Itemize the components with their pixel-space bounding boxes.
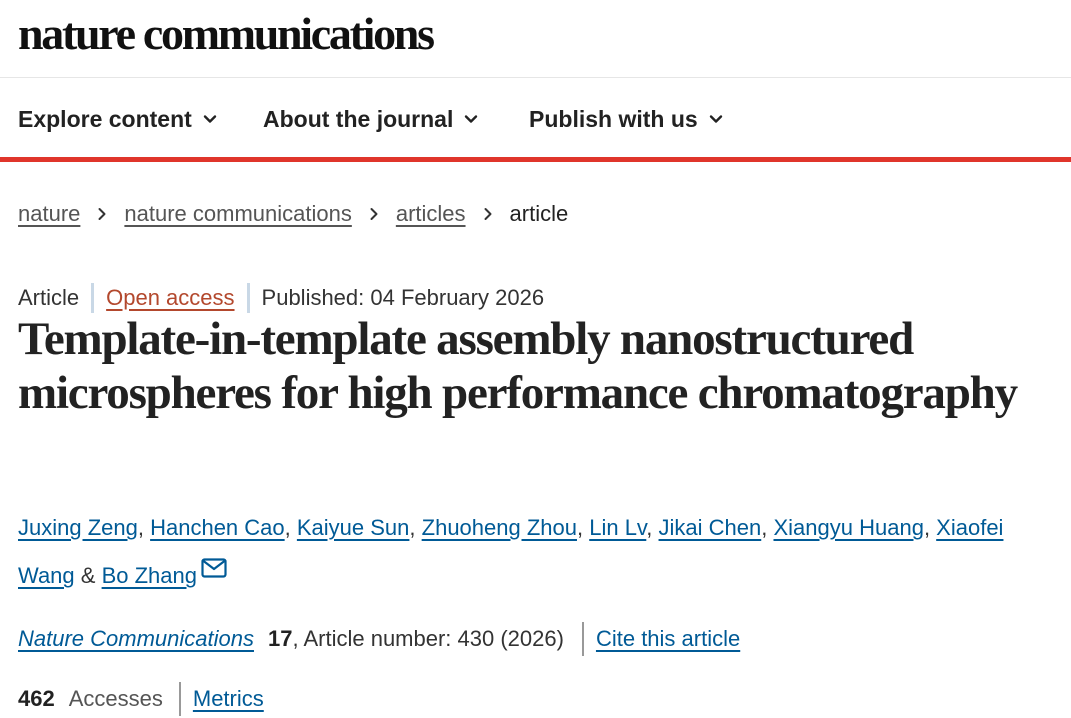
article-number: , Article number: 430 (2026) bbox=[292, 626, 564, 651]
metrics-link[interactable]: Metrics bbox=[193, 686, 264, 712]
breadcrumb-nature[interactable]: nature bbox=[18, 201, 80, 227]
breadcrumb-articles[interactable]: articles bbox=[396, 201, 466, 227]
chevron-right-icon bbox=[98, 208, 106, 220]
nav-label: Publish with us bbox=[529, 105, 698, 132]
chevron-down-icon bbox=[465, 115, 478, 123]
article-meta: Article Open access Published: 04 Februa… bbox=[18, 282, 544, 314]
email-icon[interactable] bbox=[201, 558, 227, 578]
breadcrumb-nature-communications[interactable]: nature communications bbox=[124, 201, 351, 227]
metrics-divider bbox=[178, 682, 181, 716]
journal-link[interactable]: Nature Communications bbox=[18, 626, 254, 652]
author-link[interactable]: Lin Lv bbox=[589, 515, 646, 540]
nav-about-journal[interactable]: About the journal bbox=[263, 104, 478, 134]
accesses-label: Accesses bbox=[68, 686, 163, 711]
article-type: Article bbox=[18, 285, 80, 310]
chevron-down-icon bbox=[203, 115, 217, 123]
citation-divider bbox=[581, 622, 584, 656]
chevron-right-icon bbox=[370, 208, 378, 220]
breadcrumb-current: article bbox=[509, 201, 569, 226]
masthead: nature communications bbox=[0, 0, 1071, 78]
nav-explore-content[interactable]: Explore content bbox=[18, 104, 217, 134]
article-title: Template-in-template assembly nanostruct… bbox=[18, 313, 1018, 419]
chevron-down-icon bbox=[709, 115, 722, 123]
author-link[interactable]: Kaiyue Sun bbox=[297, 515, 410, 540]
meta-divider bbox=[91, 283, 95, 313]
author-list: Juxing Zeng, Hanchen Cao, Kaiyue Sun, Zh… bbox=[18, 515, 1004, 588]
author-link[interactable]: Juxing Zeng bbox=[18, 515, 138, 540]
nav-label: Explore content bbox=[18, 105, 192, 132]
nav-publish-with-us[interactable]: Publish with us bbox=[529, 104, 723, 134]
published-date: Published: 04 February 2026 bbox=[261, 285, 545, 310]
open-access-link[interactable]: Open access bbox=[106, 285, 234, 311]
site-logo[interactable]: nature communications bbox=[18, 8, 435, 60]
author-link-corresponding[interactable]: Bo Zhang bbox=[102, 563, 197, 588]
author-link[interactable]: Xiangyu Huang bbox=[773, 515, 923, 540]
breadcrumb: nature nature communications articles ar… bbox=[18, 198, 568, 230]
citation-line: Nature Communications 17 , Article numbe… bbox=[18, 622, 740, 656]
author-link[interactable]: Jikai Chen bbox=[659, 515, 762, 540]
cite-this-article-link[interactable]: Cite this article bbox=[596, 626, 740, 652]
metrics-line: 462 Accesses Metrics bbox=[18, 682, 264, 716]
main-nav: Explore content About the journal Publis… bbox=[0, 78, 1071, 162]
chevron-right-icon bbox=[484, 208, 492, 220]
accesses-count: 462 bbox=[18, 686, 55, 711]
volume-number: 17 bbox=[267, 626, 293, 651]
meta-divider bbox=[246, 283, 250, 313]
author-conjunction: & bbox=[80, 563, 96, 588]
author-link[interactable]: Hanchen Cao bbox=[150, 515, 285, 540]
nav-label: About the journal bbox=[263, 105, 454, 132]
author-link[interactable]: Zhuoheng Zhou bbox=[422, 515, 577, 540]
